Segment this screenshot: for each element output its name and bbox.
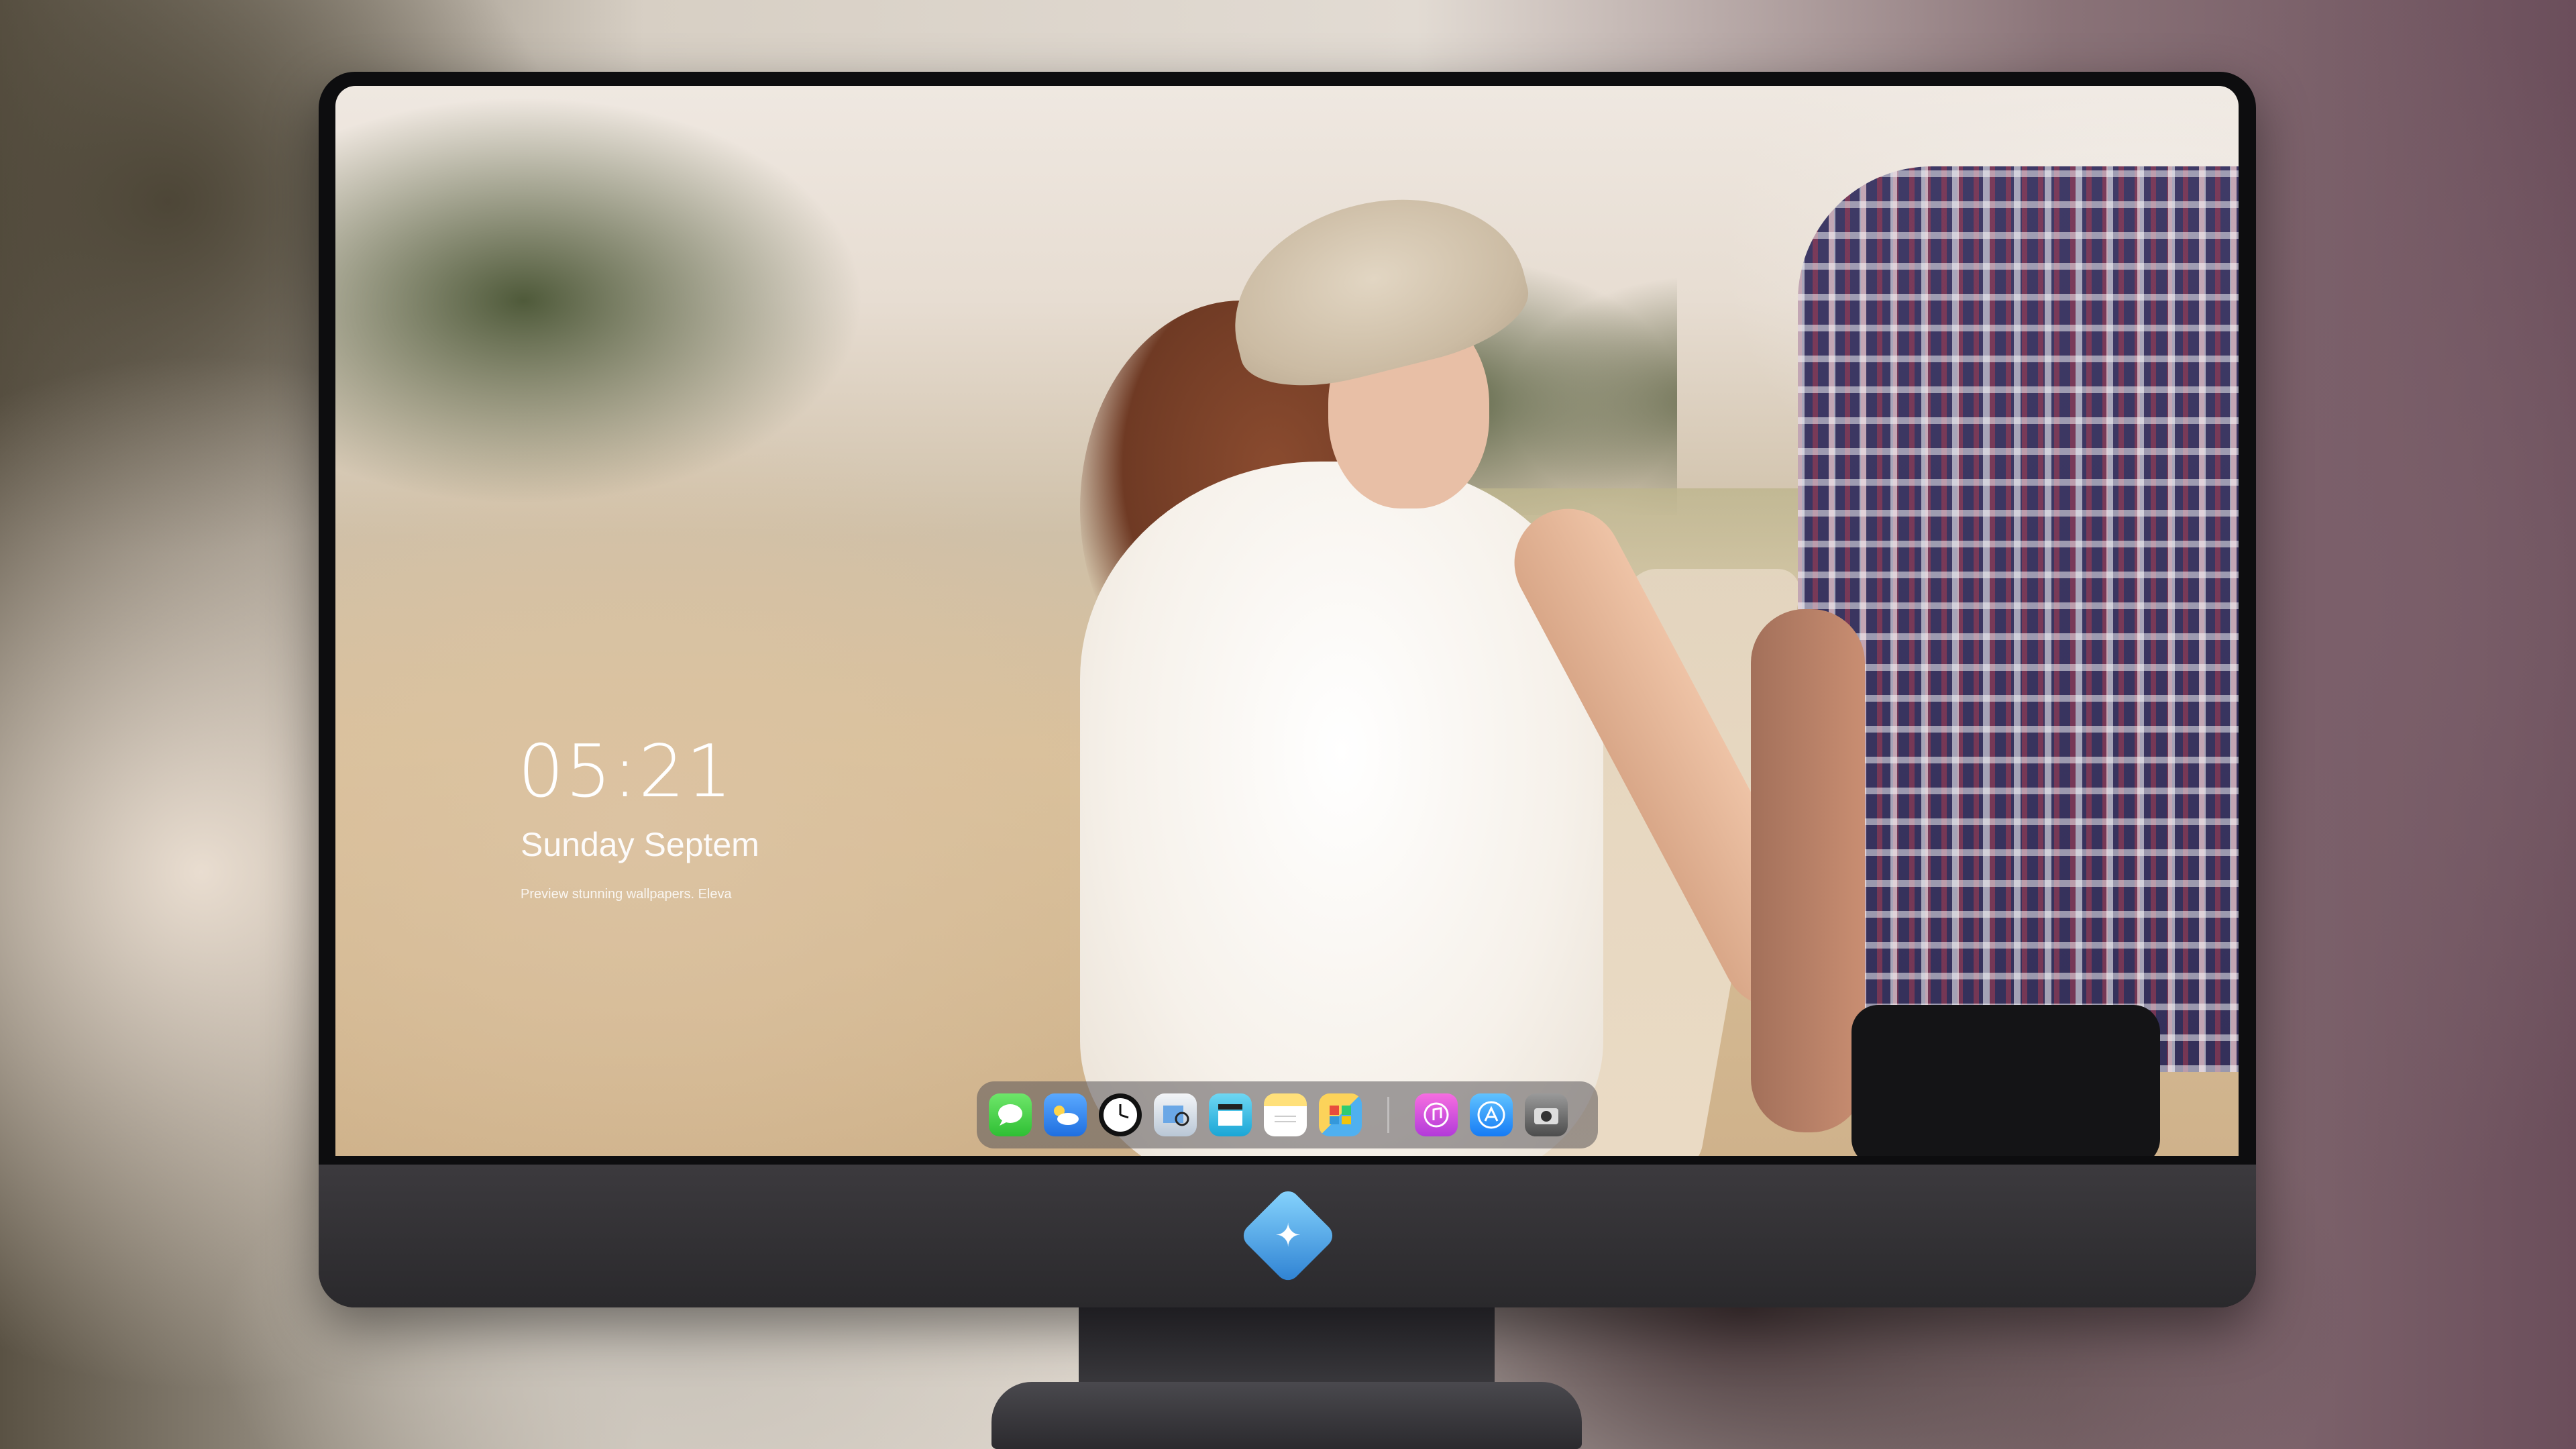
lock-date: Sunday Septem — [521, 826, 759, 863]
music-icon[interactable] — [1415, 1093, 1458, 1136]
monitor-stand-neck — [1079, 1307, 1495, 1388]
dock-separator — [1387, 1097, 1389, 1133]
photos-icon[interactable] — [1319, 1093, 1362, 1136]
messages-icon[interactable] — [989, 1093, 1032, 1136]
wallpaper-man-pants — [1851, 1005, 2160, 1156]
weather-icon[interactable] — [1044, 1093, 1087, 1136]
camera-icon[interactable] — [1525, 1093, 1568, 1136]
clock-icon[interactable] — [1099, 1093, 1142, 1136]
app-store-icon[interactable] — [1470, 1093, 1513, 1136]
monitor-stand-base — [991, 1382, 1582, 1449]
wallpaper-man-arm — [1751, 609, 1865, 1132]
lock-tagline: Preview stunning wallpapers. Eleva — [521, 887, 732, 902]
clapperboard-icon[interactable] — [1209, 1093, 1252, 1136]
lock-time: 05:21 — [518, 730, 734, 814]
dock — [977, 1081, 1598, 1148]
preview-icon[interactable] — [1154, 1093, 1197, 1136]
notes-icon[interactable] — [1264, 1093, 1307, 1136]
wallpaper-screen — [335, 86, 2239, 1156]
